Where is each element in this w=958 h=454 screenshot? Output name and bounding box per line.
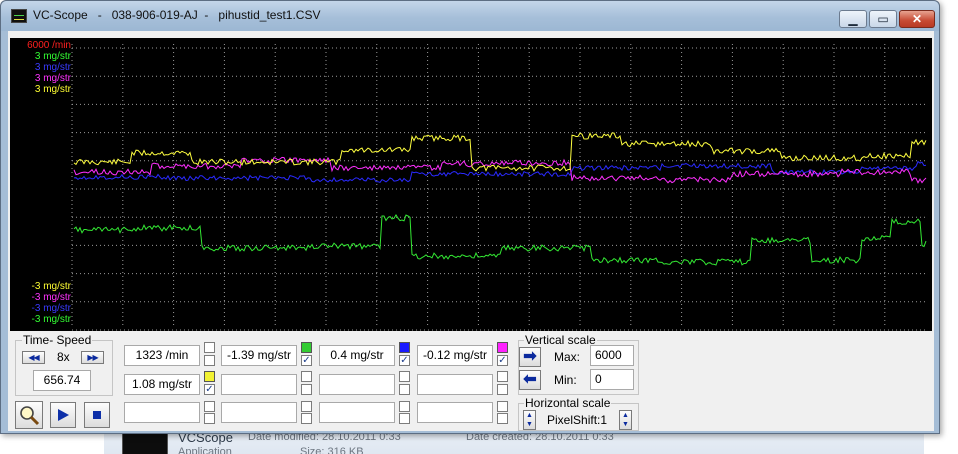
maximize-button[interactable]: ▭ [869,10,897,28]
channel-value-field[interactable]: 0.4 mg/str [319,345,395,366]
channel-enable-checkbox[interactable] [204,355,215,366]
scale-bottom-magenta: -3 mg/str [31,292,71,303]
channel-checkbox[interactable] [301,371,312,382]
channel-value-field[interactable] [221,374,297,395]
time-position-field[interactable]: 656.74 [33,370,91,391]
min-field[interactable]: 0 [590,369,634,390]
channel-checkbox[interactable] [204,342,215,353]
window-title: VC-Scope - 038-906-019-AJ - pihustid_tes… [33,8,321,22]
pixel-shift-label: PixelShift:1 [547,413,608,427]
scale-top-yellow: 3 mg/str [34,84,71,95]
channel-checkbox[interactable] [301,413,312,424]
scale-top-blue: 3 mg/str [34,62,71,73]
channel-value-field[interactable] [319,402,395,423]
channel-color-swatch[interactable] [301,342,312,353]
max-label: Max: [554,350,581,364]
channel-enable-checkbox[interactable] [497,384,508,395]
scale-bottom-green: -3 mg/str [31,314,71,325]
channel-checkbox[interactable] [497,413,508,424]
arrow-left-icon: ⬅ [523,371,537,388]
channel-checkbox[interactable] [497,371,508,382]
scope-plot [71,44,927,331]
horizontal-scale-title: Horizontal scale [524,396,612,410]
channel-value-field[interactable]: -1.39 mg/str [221,345,297,366]
explorer-file-type: Application [178,446,232,454]
channel-checkbox[interactable] [399,413,410,424]
magnifier-icon [20,406,40,426]
channel-value-field[interactable] [417,402,493,423]
scale-top-rpm: 6000 /min [27,40,71,51]
channel-value-field[interactable] [221,402,297,423]
time-speed-title: Time- Speed [22,333,93,347]
scope-display[interactable]: 6000 /min 3 mg/str 3 mg/str 3 mg/str 3 m… [10,38,932,331]
channel-enable-checkbox[interactable] [301,384,312,395]
vcscope-thumbnail [122,433,168,454]
close-button[interactable]: ✕ [899,10,935,28]
min-label: Min: [554,373,577,387]
stop-icon [93,411,101,419]
spinner-arrows-icon: ▲ ▼ [526,412,533,428]
scale-top-green: 3 mg/str [34,51,71,62]
pixelshift-left-spinner[interactable]: ▲ ▼ [523,410,536,430]
channel-enable-checkbox[interactable]: ✓ [497,355,508,366]
app-icon [11,9,27,23]
trace-yellow [73,132,927,172]
vertical-scale-title: Vertical scale [524,333,597,347]
trace-green [73,214,927,266]
channel-color-swatch[interactable] [497,342,508,353]
channel-checkbox[interactable] [399,371,410,382]
channel-color-swatch[interactable] [204,371,215,382]
scale-bottom-yellow: -3 mg/str [31,281,71,292]
channel-value-field[interactable] [417,374,493,395]
scale-labels-bottom: -3 mg/str -3 mg/str -3 mg/str -3 mg/str [10,281,71,325]
stop-button[interactable] [84,402,110,428]
channel-checkbox[interactable] [204,401,215,412]
scope-grid [71,44,926,331]
fast-forward-icon: ▶▶ [87,353,98,362]
vc-scope-window: VC-Scope - 038-906-019-AJ - pihustid_tes… [0,0,940,434]
scale-labels-top: 6000 /min 3 mg/str 3 mg/str 3 mg/str 3 m… [10,40,71,95]
client-area: 6000 /min 3 mg/str 3 mg/str 3 mg/str 3 m… [8,31,934,431]
play-button[interactable] [50,402,76,428]
channel-checkbox[interactable] [301,401,312,412]
channel-enable-checkbox[interactable]: ✓ [399,355,410,366]
rewind-icon: ◀◀ [28,353,39,362]
explorer-file-size: Size: 316 KB [300,446,364,454]
channel-value-field[interactable] [319,374,395,395]
fast-forward-button[interactable]: ▶▶ [81,351,104,364]
pixelshift-right-spinner[interactable]: ▲ ▼ [619,410,632,430]
scale-bottom-blue: -3 mg/str [31,303,71,314]
max-field[interactable]: 6000 [590,345,634,366]
minimize-button[interactable]: ▁ [839,10,867,28]
channel-checkbox[interactable] [204,413,215,424]
channel-value-field[interactable]: -0.12 mg/str [417,345,493,366]
channel-value-field[interactable]: 1323 /min [124,345,200,366]
zoom-tool-button[interactable] [15,401,43,429]
scale-up-button[interactable]: ➡ [519,347,541,367]
spinner-arrows-icon: ▲ ▼ [622,412,629,428]
arrow-right-icon: ➡ [523,348,537,365]
channel-checkbox[interactable] [497,401,508,412]
channel-enable-checkbox[interactable]: ✓ [301,355,312,366]
scale-top-magenta: 3 mg/str [34,73,71,84]
channel-value-field[interactable] [124,402,200,423]
channel-checkbox[interactable] [399,401,410,412]
title-bar[interactable]: VC-Scope - 038-906-019-AJ - pihustid_tes… [1,1,939,31]
play-icon [58,409,69,421]
rewind-button[interactable]: ◀◀ [22,351,45,364]
channel-color-swatch[interactable] [399,342,410,353]
scale-down-button[interactable]: ⬅ [519,370,541,390]
channel-value-field[interactable]: 1.08 mg/str [124,374,200,395]
zoom-factor: 8x [57,350,70,364]
channel-enable-checkbox[interactable]: ✓ [204,384,215,395]
channel-enable-checkbox[interactable] [399,384,410,395]
